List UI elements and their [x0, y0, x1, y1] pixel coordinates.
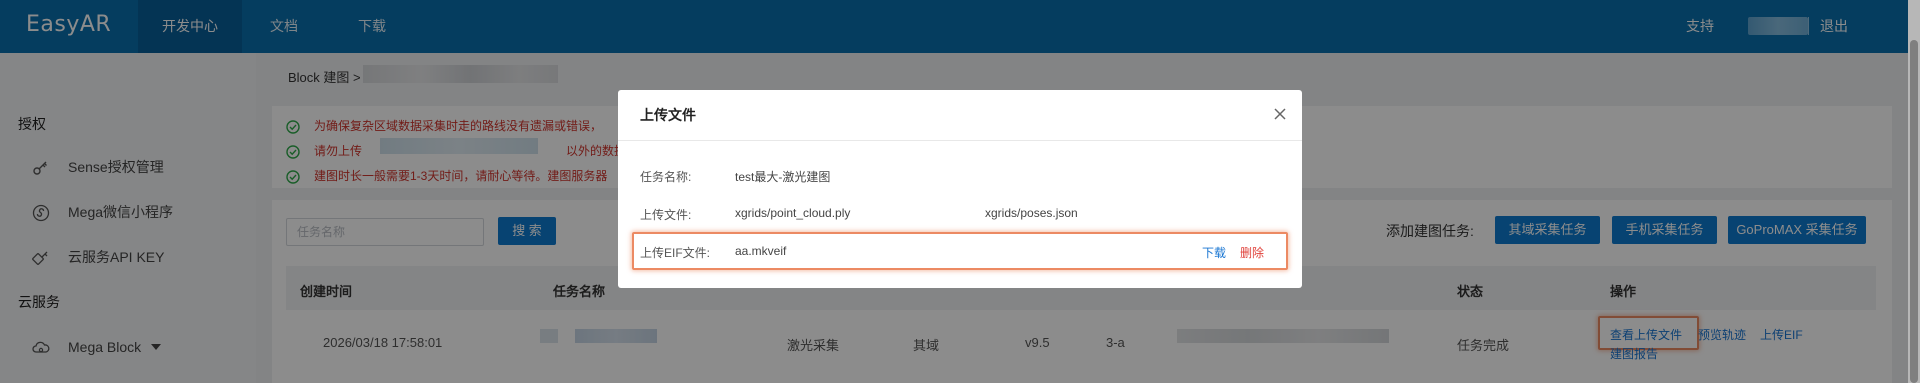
- page-scrollbar-thumb[interactable]: [1910, 40, 1918, 383]
- task-name-label: 任务名称:: [640, 170, 692, 184]
- upload-file-label: 上传文件:: [640, 208, 692, 222]
- upload-files-modal: 上传文件 任务名称: test最大-激光建图 上传文件: xgrids/poin…: [618, 90, 1302, 288]
- close-icon[interactable]: [1272, 106, 1288, 122]
- modal-divider: [618, 140, 1302, 141]
- modal-title: 上传文件: [640, 107, 696, 123]
- highlight-eif-row: [632, 232, 1288, 270]
- upload-file-value: xgrids/poses.json: [985, 206, 1078, 220]
- upload-file-value: xgrids/point_cloud.ply: [735, 206, 851, 220]
- task-name-value: test最大-激光建图: [735, 170, 831, 184]
